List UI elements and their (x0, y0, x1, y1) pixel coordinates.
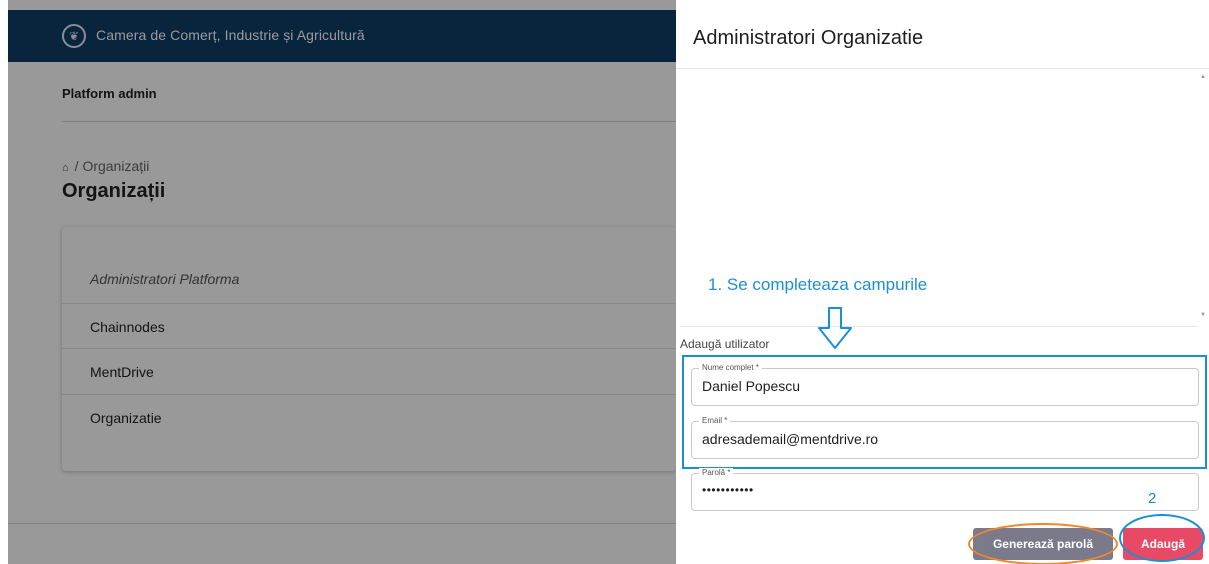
scroll-up-icon[interactable]: ▲ (1200, 74, 1206, 80)
drawer-divider (676, 68, 1209, 69)
full-name-field[interactable]: Nume complet * (691, 363, 1199, 406)
scroll-down-icon[interactable]: ▼ (1200, 312, 1206, 318)
full-name-label: Nume complet * (699, 363, 762, 372)
annotation-ring-blue (1119, 514, 1205, 562)
page-margin (0, 0, 8, 564)
admins-drawer: Administratori Organizatie ▲ ▼ 1. Se com… (676, 0, 1209, 564)
password-input[interactable] (692, 483, 1198, 497)
annotation-step-1: 1. Se completeaza campurile (708, 275, 928, 294)
email-label: Email * (699, 416, 731, 425)
modal-backdrop[interactable] (0, 0, 676, 564)
email-field[interactable]: Email * (691, 416, 1199, 459)
annotation-ring-orange (968, 523, 1118, 564)
section-divider (680, 326, 1198, 327)
annotation-step-2: 2 (1148, 490, 1157, 507)
down-arrow-icon (818, 307, 852, 349)
password-field[interactable]: Parolă * (691, 468, 1199, 511)
add-user-label: Adaugă utilizator (680, 337, 770, 351)
full-name-input[interactable] (692, 378, 1198, 394)
drawer-title: Administratori Organizatie (693, 27, 924, 49)
scrollbar[interactable]: ▲ ▼ (1196, 70, 1208, 324)
email-input[interactable] (692, 431, 1198, 447)
password-label: Parolă * (699, 468, 734, 477)
